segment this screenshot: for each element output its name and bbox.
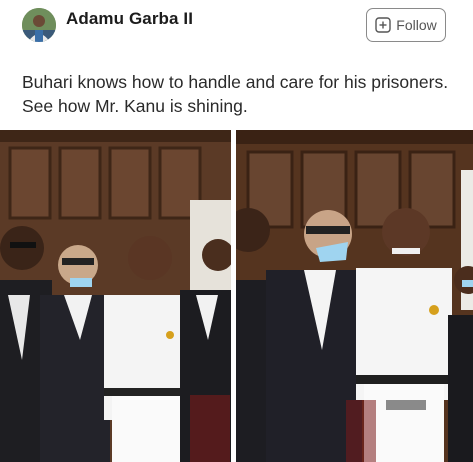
photo-illustration [236,130,473,462]
author-name[interactable]: Adamu Garba II [66,9,193,29]
follow-label: Follow [396,17,437,33]
photo-illustration [0,130,231,462]
follow-button[interactable]: Follow [366,8,446,42]
courtroom-photo-left[interactable] [0,130,231,462]
author-avatar[interactable] [22,8,56,42]
courtroom-photo-right[interactable] [236,130,473,462]
avatar-image [22,8,56,42]
plus-box-icon [375,17,391,33]
post-text: Buhari knows how to handle and care for … [22,72,449,116]
post-header: Adamu Garba II Follow [0,0,473,60]
